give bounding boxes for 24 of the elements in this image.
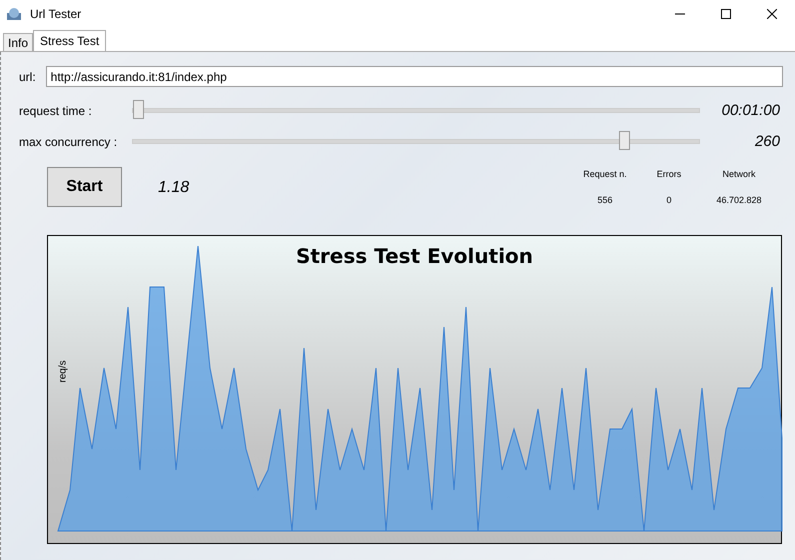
url-label: url: [19,70,36,84]
stat-value: 0 [665,195,672,205]
slider-label: max concurrency : [19,134,118,148]
window-title: Url Tester [30,7,82,21]
slider-reading: 00:01:00 [722,102,780,119]
y-axis-label: req/s [58,360,69,383]
stat-value: 556 [596,195,614,205]
maximize-icon[interactable] [721,9,731,19]
slider-reading: 260 [754,133,780,150]
url-field[interactable]: http://assicurando.it:81/index.php [46,66,783,87]
slider-label: request time : [19,104,93,118]
stat-heading: Errors [656,169,682,179]
tab[interactable]: Stress Test [33,30,106,51]
chart-title: Stress Test Evolution [294,244,534,268]
stat-heading: Network [721,169,756,179]
close-icon[interactable] [767,9,777,19]
tab[interactable]: Info [3,33,34,51]
stat-heading: Request n. [582,169,628,179]
slider-thumb[interactable] [619,131,630,150]
slider-thumb[interactable] [133,100,144,119]
start-button[interactable]: Start [47,167,122,207]
app-icon [6,7,22,21]
stat-value: 46.702.828 [715,195,763,205]
rate-value: 1.18 [158,179,190,197]
